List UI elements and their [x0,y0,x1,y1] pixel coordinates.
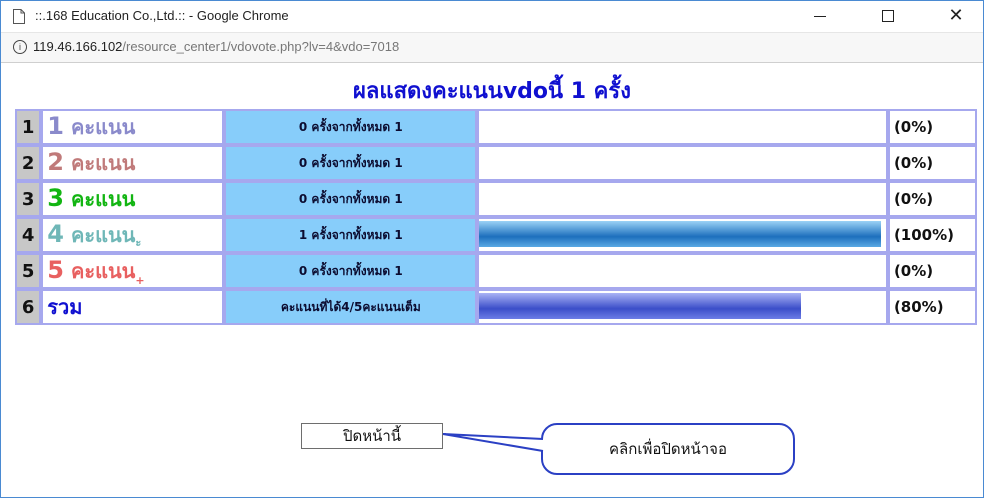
score-word: คะแนน [64,115,136,139]
page-heading: ผลแสดงคะแนนvdoนี้ 1 ครั้ง [353,79,631,104]
vote-count: คะแนนที่ได้4/5คะแนนเต็ม [224,289,478,325]
score-row: 55 คะแนน+ 0 ครั้งจากทั้งหมด 1 (0%) [15,253,977,289]
url-text[interactable]: 119.46.166.102/resource_center1/vdovote.… [33,39,399,54]
window-title: ::.168 Education Co.,Ltd.:: - Google Chr… [35,8,289,23]
vote-count: 1 ครั้งจากทั้งหมด 1 [224,217,478,253]
close-icon: ✕ [948,5,964,26]
row-number: 5 [15,253,42,289]
score-digit: 2 [47,148,64,176]
progress-track [477,289,888,325]
progress-track [477,181,888,217]
score-label: 3 คะแนน [41,181,225,217]
vote-count: 0 ครั้งจากทั้งหมด 1 [224,253,478,289]
percentage: (0%) [887,109,977,145]
row-number: 6 [15,289,42,325]
percentage: (0%) [887,181,977,217]
minimize-icon [814,15,826,17]
percentage: (100%) [887,217,977,253]
score-word: คะแนน [64,223,136,247]
total-row: 6 รวม คะแนนที่ได้4/5คะแนนเต็ม (80%) [15,289,977,325]
page-icon [13,9,25,24]
row-number: 4 [15,217,42,253]
callout-bubble: คลิกเพื่อปิดหน้าจอ [541,423,795,475]
progress-track [477,217,888,253]
score-digit: 4 [47,220,64,248]
vote-count: 0 ครั้งจากทั้งหมด 1 [224,145,478,181]
vote-count: 0 ครั้งจากทั้งหมด 1 [224,181,478,217]
score-row: 22 คะแนน 0 ครั้งจากทั้งหมด 1 (0%) [15,145,977,181]
close-page-button[interactable]: ปิดหน้านี้ [301,423,443,449]
score-digit: 5 [47,256,64,284]
score-row: 33 คะแนน 0 ครั้งจากทั้งหมด 1 (0%) [15,181,977,217]
score-word: คะแนน [64,187,136,211]
progress-track [477,253,888,289]
score-label: 4 คะแนนะ [41,217,225,253]
vote-count: 0 ครั้งจากทั้งหมด 1 [224,109,478,145]
score-digit: 3 [47,184,64,212]
maximize-button[interactable] [865,1,911,31]
progress-track [477,109,888,145]
progress-bar-fill [479,221,882,247]
score-digit: 1 [47,112,64,140]
progress-track [477,145,888,181]
address-bar[interactable]: i 119.46.166.102/resource_center1/vdovot… [1,32,983,63]
percentage: (0%) [887,145,977,181]
url-host: 119.46.166.102 [33,39,123,54]
score-label: รวม [41,289,225,325]
browser-window: ::.168 Education Co.,Ltd.:: - Google Chr… [0,0,984,498]
score-row: 11 คะแนน 0 ครั้งจากทั้งหมด 1 (0%) [15,109,977,145]
total-label: รวม [47,295,83,319]
row-number: 1 [15,109,42,145]
score-mark: + [135,274,145,287]
row-number: 3 [15,181,42,217]
score-mark: ะ [135,236,142,249]
url-path: /resource_center1/vdovote.php?lv=4&vdo=7… [122,39,400,54]
score-word: คะแนน [64,151,136,175]
score-label: 5 คะแนน+ [41,253,225,289]
minimize-button[interactable] [797,1,843,31]
percentage: (0%) [887,253,977,289]
close-window-button[interactable]: ✕ [933,1,979,31]
window-title-row: ::.168 Education Co.,Ltd.:: - Google Chr… [1,1,983,31]
vote-results-table: 11 คะแนน 0 ครั้งจากทั้งหมด 1 (0%) 2 2 คะแนน 0… [15,109,977,325]
progress-bar-fill [479,293,802,319]
title-bar: ::.168 Education Co.,Ltd.:: - Google Chr… [1,1,983,63]
row-number: 2 [15,145,42,181]
score-row: 44 คะแนนะ 1 ครั้งจากทั้งหมด 1 (100%) [15,217,977,253]
score-label: 1 คะแนน [41,109,225,145]
percentage: (80%) [887,289,977,325]
score-word: คะแนน [64,259,136,283]
maximize-icon [882,10,894,22]
score-label: 2 คะแนน [41,145,225,181]
info-icon[interactable]: i [13,40,27,54]
